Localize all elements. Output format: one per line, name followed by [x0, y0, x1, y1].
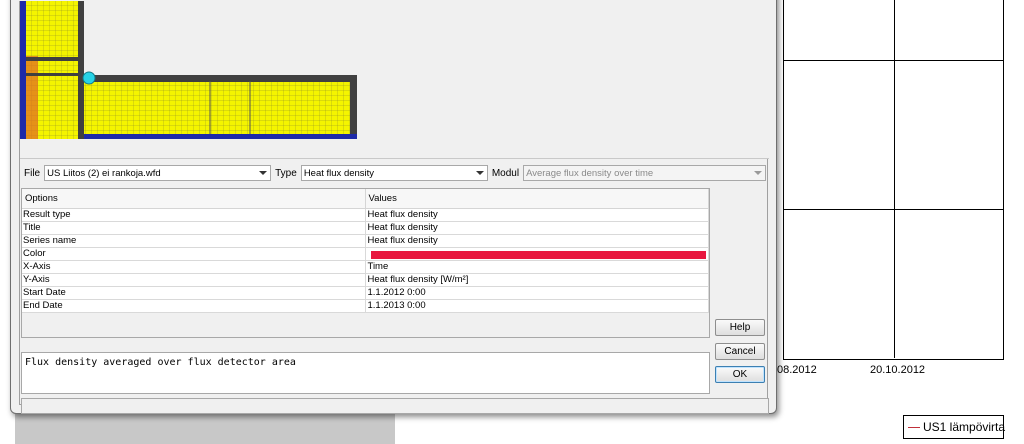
table-row[interactable]: Start Date 1.1.2012 0:00 — [22, 286, 709, 300]
option-name: X-Axis — [22, 260, 366, 274]
modul-select[interactable]: Average flux density over time — [523, 165, 767, 181]
chevron-down-icon — [754, 171, 763, 175]
type-select-value: Heat flux density — [303, 167, 375, 179]
option-value[interactable]: Heat flux density — [365, 234, 709, 248]
selector-row: File US Liitos (2) ei rankoja.wfd Type H… — [24, 164, 767, 182]
table-row[interactable]: Y-Axis Heat flux density [W/m²] — [22, 273, 709, 287]
table-row[interactable]: Color — [22, 247, 709, 261]
model-preview[interactable] — [20, 1, 769, 159]
table-row[interactable]: Result type Heat flux density — [22, 208, 709, 222]
options-table: Options Values Result type Heat flux den… — [21, 188, 710, 338]
table-row[interactable]: Series name Heat flux density — [22, 234, 709, 248]
option-name: Result type — [22, 208, 366, 222]
ok-button[interactable]: OK — [715, 366, 765, 383]
dialog-body: File US Liitos (2) ei rankoja.wfd Type H… — [19, 1, 769, 414]
option-name: Series name — [22, 234, 366, 248]
chevron-down-icon — [475, 171, 484, 175]
option-value[interactable]: Heat flux density — [365, 208, 709, 222]
chart-x-tick-label: 20.10.2012 — [870, 364, 926, 376]
option-name: Title — [22, 221, 366, 235]
table-row[interactable]: X-Axis Time — [22, 260, 709, 274]
option-value[interactable]: 1.1.2012 0:00 — [365, 286, 709, 300]
option-value[interactable]: Time — [365, 260, 709, 274]
description-text: Flux density averaged over flux detector… — [25, 357, 296, 368]
description-box: Flux density averaged over flux detector… — [21, 352, 710, 394]
wall-vertical — [20, 1, 84, 139]
chart-plot-area — [783, 0, 1004, 360]
result-options-dialog: File US Liitos (2) ei rankoja.wfd Type H… — [10, 0, 777, 414]
column-header-values[interactable]: Values — [365, 189, 709, 209]
color-swatch[interactable] — [370, 250, 706, 259]
type-label: Type — [275, 167, 297, 179]
legend-series-label: US1 lämpövirta — [923, 420, 1006, 434]
modul-label: Modul — [491, 167, 520, 179]
option-name: Start Date — [22, 286, 366, 300]
model-preview-canvas — [20, 1, 357, 139]
file-select[interactable]: US Liitos (2) ei rankoja.wfd — [44, 165, 272, 181]
option-value[interactable]: Heat flux density — [365, 221, 709, 235]
option-value[interactable]: Heat flux density [W/m²] — [365, 273, 709, 287]
chart-gridline-horizontal — [784, 209, 1004, 210]
file-select-value: US Liitos (2) ei rankoja.wfd — [47, 167, 161, 179]
table-row[interactable]: Title Heat flux density — [22, 221, 709, 235]
chart-legend: US1 lämpövirta — [903, 415, 1006, 439]
chart-x-tick-label: 08.2012 — [777, 364, 817, 376]
chart-gridline-vertical — [894, 0, 895, 358]
status-bar — [21, 398, 769, 414]
node-marker[interactable] — [82, 71, 96, 85]
chevron-down-icon — [259, 171, 268, 175]
option-value[interactable]: 1.1.2013 0:00 — [365, 299, 709, 313]
cancel-button[interactable]: Cancel — [715, 343, 765, 360]
modul-select-value: Average flux density over time — [526, 167, 654, 179]
type-select[interactable]: Heat flux density — [300, 165, 488, 181]
option-value-color[interactable] — [365, 247, 709, 261]
table-row[interactable]: End Date 1.1.2013 0:00 — [22, 299, 709, 313]
option-name: End Date — [22, 299, 366, 313]
file-label: File — [24, 167, 41, 179]
help-button[interactable]: Help — [715, 319, 765, 336]
option-name: Y-Axis — [22, 273, 366, 287]
legend-series-swatch — [908, 427, 920, 429]
column-header-options[interactable]: Options — [22, 189, 366, 209]
table-header-row: Options Values — [22, 189, 709, 209]
wall-horizontal — [84, 75, 357, 139]
chart-gridline-horizontal — [784, 60, 1004, 61]
option-name: Color — [22, 247, 366, 261]
